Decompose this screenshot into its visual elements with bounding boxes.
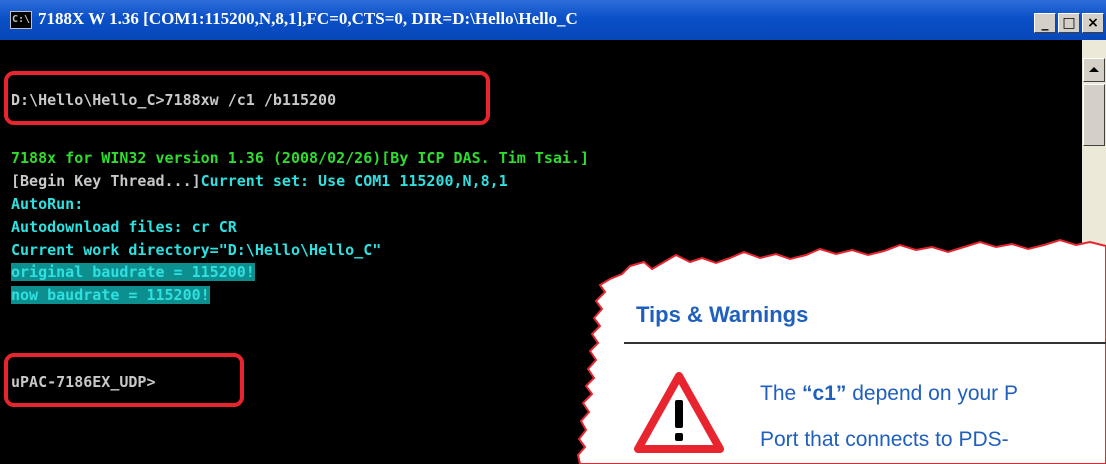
warning-line-1-prefix: The <box>760 382 803 405</box>
warning-line-2: Port that connects to PDS- <box>760 428 1009 451</box>
console-window: C:\ 7188X W 1.36 [COM1:115200,N,8,1],FC=… <box>0 0 1106 464</box>
tips-divider <box>624 342 1106 344</box>
warning-line-1-bold: “c1” <box>802 382 847 405</box>
warning-line-1-suffix: depend on your P <box>846 382 1019 405</box>
tips-heading: Tips & Warnings <box>636 302 809 327</box>
warning-line-1: The “c1” depend on your P <box>760 382 1018 406</box>
